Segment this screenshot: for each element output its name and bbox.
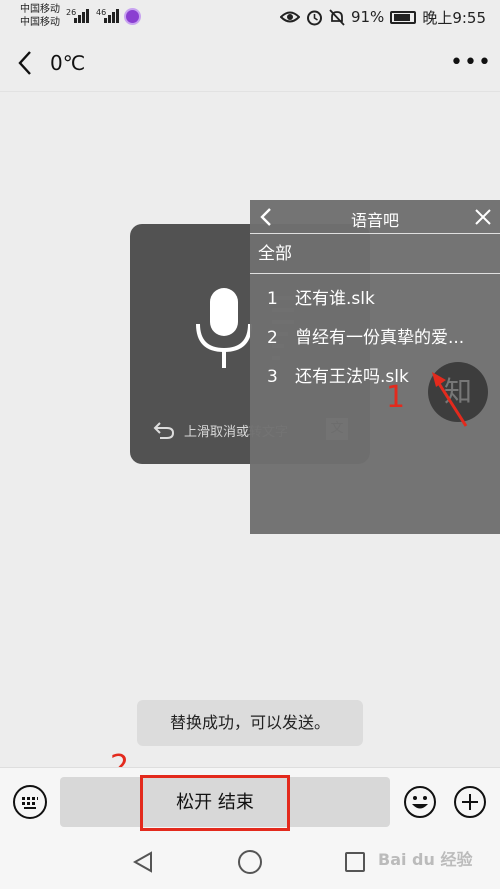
back-button[interactable]: [12, 46, 42, 80]
chevron-left-icon: [18, 51, 31, 75]
voice-file-item[interactable]: 2 曾经有一份真挚的爱...: [250, 319, 500, 358]
signal-icon: [104, 9, 122, 23]
voice-panel-header: 语音吧: [250, 200, 500, 234]
chat-title: 0℃: [50, 51, 86, 75]
file-name: 曾经有一份真挚的爱...: [295, 328, 465, 348]
battery-icon: [390, 10, 417, 24]
carrier-labels: 中国移动 中国移动: [20, 3, 60, 29]
battery-percent: 91%: [350, 8, 385, 26]
chat-header: 0℃ •••: [0, 34, 500, 92]
toast-message: 替换成功，可以发送。: [137, 700, 363, 746]
voice-panel-title: 语音吧: [350, 211, 399, 230]
nav-recent-apps-icon[interactable]: [345, 852, 365, 872]
status-right: 91% 晚上9:55: [279, 7, 486, 27]
carrier-2: 中国移动: [20, 17, 60, 28]
undo-icon: [153, 422, 175, 439]
microphone-icon: [196, 288, 252, 368]
clock: 晚上9:55: [422, 8, 486, 27]
mute-icon: [329, 8, 345, 26]
app-notification-icon: [124, 8, 141, 25]
file-index: 3: [267, 367, 278, 387]
file-index: 1: [267, 289, 278, 309]
more-options-button[interactable]: •••: [450, 50, 491, 76]
file-name: 还有谁.slk: [295, 289, 375, 309]
alarm-icon: [306, 10, 322, 25]
keyboard-toggle-button[interactable]: [13, 785, 47, 819]
nav-back-icon[interactable]: [132, 851, 154, 873]
file-index: 2: [267, 328, 278, 348]
keyboard-icon: [22, 797, 38, 809]
eye-icon: [279, 11, 300, 23]
status-bar: 中国移动 中国移动 26 46 91% 晚上9:55: [0, 0, 500, 34]
signal-icon: [74, 9, 92, 23]
emoji-icon[interactable]: [403, 785, 437, 819]
floating-zhi-button[interactable]: 知: [428, 362, 488, 422]
category-all[interactable]: 全部: [250, 234, 500, 274]
close-icon[interactable]: [474, 208, 492, 226]
annotation-step-1: 1: [386, 380, 406, 415]
carrier-1: 中国移动: [20, 4, 60, 15]
input-bar: 松开 结束: [0, 767, 500, 835]
watermark: Bai du 经验: [378, 850, 473, 869]
plus-icon[interactable]: [453, 785, 487, 819]
voice-file-item[interactable]: 1 还有谁.slk: [250, 280, 500, 319]
release-to-end-label[interactable]: 松开 结束: [140, 775, 290, 831]
nav-home-icon[interactable]: [238, 850, 262, 874]
